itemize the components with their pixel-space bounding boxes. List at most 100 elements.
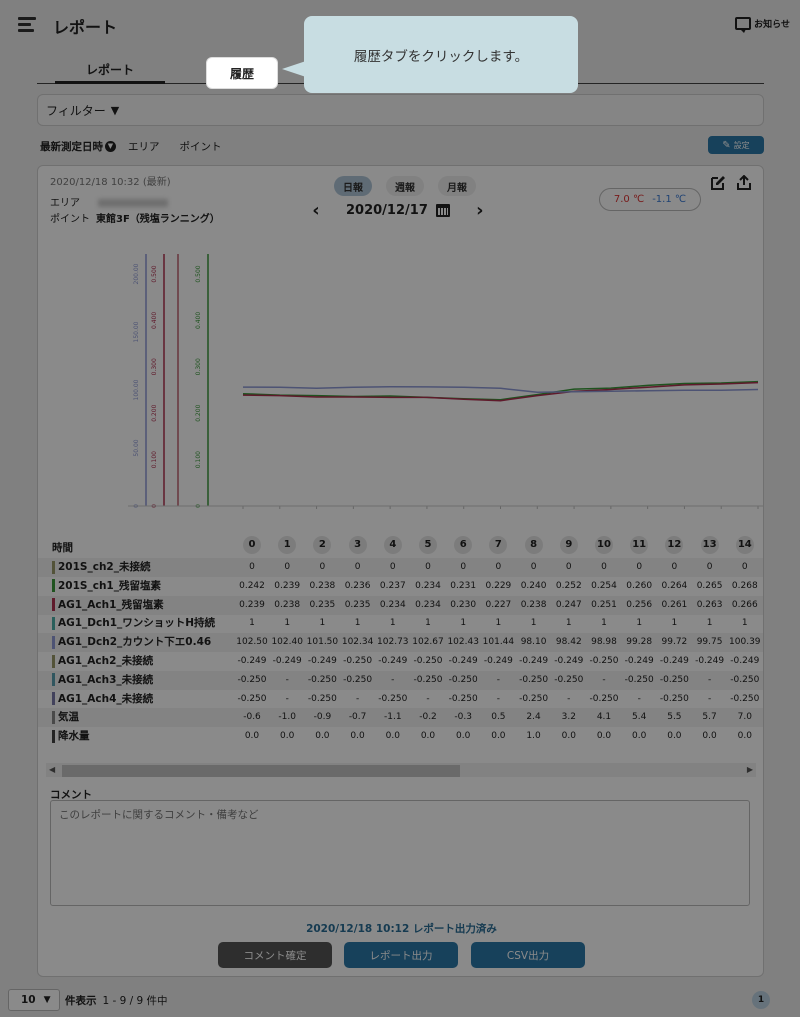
sort-latest[interactable]: 最新測定日時 ▼: [40, 139, 116, 154]
table-cell: -0.250: [237, 674, 267, 685]
next-date-button[interactable]: ›: [470, 200, 490, 221]
edit-icon[interactable]: [710, 175, 726, 191]
axis-tick-label: 0.200: [151, 404, 158, 421]
axis-tick-label: 0.200: [195, 404, 202, 421]
table-cell: 1: [671, 618, 678, 629]
report-card: 2020/12/18 10:32 (最新) エリア ポイント 東館3F（残塩ランニ…: [37, 165, 764, 977]
area-row: エリア: [50, 194, 168, 209]
table-cell: 0.251: [591, 599, 617, 610]
table-cell: 1: [741, 618, 748, 629]
prev-date-button[interactable]: ‹: [306, 200, 326, 221]
sort-row: 最新測定日時 ▼ エリア ポイント ✎ 設定: [40, 136, 764, 154]
table-row-label-text: 201S_ch1_残留塩素: [58, 579, 161, 592]
table-cell: -0.250: [448, 674, 478, 685]
filter-toggle[interactable]: フィルター ▼: [37, 94, 764, 126]
table-row-label-text: 気温: [58, 711, 79, 724]
table-cell: 1: [601, 618, 607, 629]
comment-input[interactable]: [50, 800, 750, 906]
page-size-select[interactable]: 10 ▼: [8, 989, 60, 1011]
table-cell: -0.250: [554, 674, 584, 685]
table-cell: 0: [460, 562, 467, 572]
table-cell: -0.250: [307, 693, 337, 704]
series-color-marker: [52, 560, 55, 574]
table-cell: 0.238: [274, 599, 301, 610]
table-row-label-text: AG1_Dch1_ワンショットH持続: [58, 617, 216, 630]
table-cell: 0.0: [244, 731, 260, 742]
point-value: 東館3F（残塩ランニング）: [96, 214, 220, 225]
table-scrollbar[interactable]: ◀ ▶: [46, 763, 756, 777]
hour-header-cell: 13: [700, 536, 719, 554]
table-row-label: AG1_Ach1_残留塩素: [52, 596, 164, 615]
table-cell: -0.250: [448, 693, 478, 704]
scroll-left-arrow-icon[interactable]: ◀: [49, 763, 55, 777]
export-csv-button[interactable]: CSV出力: [471, 942, 585, 968]
series-color-marker: [52, 654, 55, 668]
page-size-value: 10: [21, 994, 36, 1006]
export-icon[interactable]: [736, 175, 752, 191]
table-cell: 0.231: [450, 580, 477, 591]
table-row: 降水量 0.0 0.0 0.0 0.0 0.0 0.0 0.0 0.0 1.0 0.0 0.0 0.0 0…: [38, 727, 763, 744]
tab-report[interactable]: レポート: [55, 58, 165, 84]
table-cell: -0.249: [378, 656, 408, 666]
axis-tick-label: 0.500: [151, 265, 158, 282]
table-cell: 1: [425, 618, 431, 629]
page-number-current[interactable]: 1: [752, 991, 770, 1009]
period-tabs: 日報 週報 月報: [334, 176, 490, 196]
table-cell: -0.9: [313, 712, 332, 723]
hour-header-cell: 7: [489, 536, 508, 554]
table-cell: -: [285, 693, 289, 704]
table-cell: 102.73: [377, 637, 409, 648]
table-cell: 0.0: [667, 731, 682, 742]
table-cell: 2.4: [526, 712, 541, 723]
export-report-button[interactable]: レポート出力: [344, 942, 458, 968]
table-row-label-text: 201S_ch2_未接続: [58, 561, 151, 573]
calendar-icon[interactable]: [435, 203, 450, 217]
axis-tick-label: 0.300: [151, 358, 158, 375]
sort-point[interactable]: ポイント: [180, 139, 222, 154]
latest-date: 2020/12/18 10:32 (最新): [50, 177, 171, 188]
table-cell: 0: [636, 562, 643, 572]
hour-header-cell: 11: [630, 536, 649, 554]
scroll-right-arrow-icon[interactable]: ▶: [747, 763, 753, 777]
table-cell: 0.0: [596, 731, 612, 742]
table-cell: 0.236: [344, 580, 371, 591]
table-cell: -0.250: [730, 693, 760, 704]
axis-tick-label: 50.00: [133, 439, 140, 456]
table-cell: 0.263: [696, 599, 723, 610]
table-cell: -: [707, 674, 712, 685]
table-cell: 0.252: [555, 580, 582, 591]
scrollbar-thumb[interactable]: [62, 765, 460, 777]
notice-button[interactable]: お知らせ: [735, 17, 790, 33]
series-color-marker: [52, 729, 55, 743]
table-cell: 0.0: [737, 731, 752, 742]
tab-weekly[interactable]: 週報: [386, 176, 424, 196]
chat-icon: [735, 17, 752, 33]
temp-max: 7.0 ℃: [613, 194, 645, 205]
menu-icon[interactable]: [18, 17, 36, 33]
table-cell: 0.5: [491, 712, 506, 723]
table-cell: -0.250: [624, 674, 654, 685]
tab-history[interactable]: 履歴: [207, 58, 277, 88]
table-cell: 0.235: [344, 599, 371, 610]
temp-min: -1.1 ℃: [652, 194, 687, 205]
table-row: 201S_ch2_未接続 0 0 0 0 0 0 0 0 0 0 0 0 0 0 0: [38, 558, 763, 577]
confirm-comment-button[interactable]: コメント確定: [218, 942, 332, 968]
table-cell: -0.249: [659, 656, 689, 666]
chevron-down-icon: ▼: [43, 995, 51, 1005]
table-cell: -0.250: [237, 693, 267, 704]
table-cell: 0.229: [485, 580, 512, 591]
tab-monthly[interactable]: 月報: [438, 176, 476, 196]
table-cell: -0.250: [413, 656, 443, 666]
table-cell: 0: [706, 562, 713, 572]
table-row-label-text: AG1_Dch2_カウント下エ0.46: [58, 636, 212, 649]
table-row: 201S_ch1_残留塩素 0.242 0.239 0.238 0.236 0.237 0.…: [38, 577, 763, 596]
table-cell: -1.0: [278, 712, 296, 723]
tab-daily[interactable]: 日報: [334, 176, 372, 196]
table-cell: 0.0: [561, 731, 576, 742]
table-cell: 102.43: [447, 637, 479, 648]
hour-header-cell: 10: [595, 536, 613, 554]
table-cell: -0.249: [730, 656, 760, 666]
table-cell: 99.28: [626, 637, 653, 648]
settings-button[interactable]: ✎ 設定: [708, 136, 764, 154]
sort-area[interactable]: エリア: [128, 139, 160, 154]
